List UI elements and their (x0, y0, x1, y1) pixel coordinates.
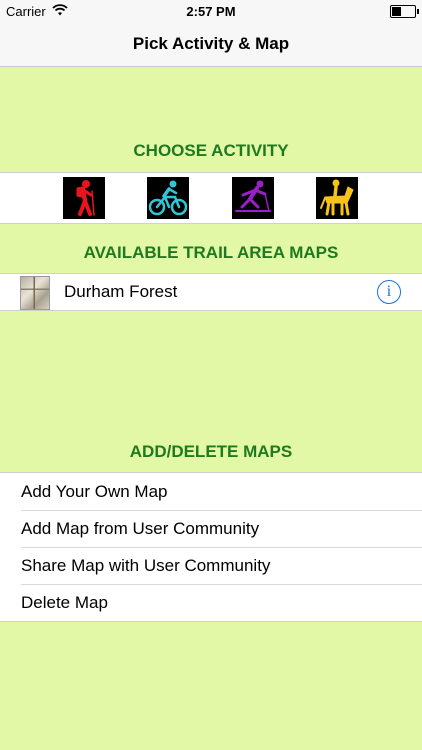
map-row-durham-forest[interactable]: Durham Forest i (0, 273, 422, 311)
map-thumbnail (20, 276, 50, 310)
info-icon[interactable]: i (377, 280, 401, 304)
skier-icon (235, 180, 271, 212)
status-bar: Carrier 2:57 PM (0, 0, 422, 22)
cyclist-icon (148, 180, 188, 216)
battery-icon (390, 5, 419, 18)
nav-title: Pick Activity & Map (0, 22, 422, 67)
activity-hiking-button[interactable] (63, 177, 105, 219)
activity-cycling-button[interactable] (147, 177, 189, 219)
share-map-with-community-item[interactable]: Share Map with User Community (0, 547, 422, 584)
horse-rider-icon (320, 179, 354, 216)
add-delete-maps-header: ADD/DELETE MAPS (129, 442, 293, 461)
add-your-own-map-item[interactable]: Add Your Own Map (0, 473, 422, 510)
delete-map-item[interactable]: Delete Map (0, 584, 422, 621)
map-actions-list: Add Your Own Map Add Map from User Commu… (0, 472, 422, 622)
status-time: 2:57 PM (186, 4, 236, 19)
activity-selector (0, 172, 422, 224)
hiker-icon (76, 180, 95, 216)
available-maps-header: AVAILABLE TRAIL AREA MAPS (83, 243, 339, 262)
map-name: Durham Forest (64, 282, 178, 301)
activity-horse-riding-button[interactable] (316, 177, 358, 219)
choose-activity-header: CHOOSE ACTIVITY (133, 141, 289, 160)
add-map-from-community-item[interactable]: Add Map from User Community (0, 510, 422, 547)
activity-skiing-button[interactable] (232, 177, 274, 219)
